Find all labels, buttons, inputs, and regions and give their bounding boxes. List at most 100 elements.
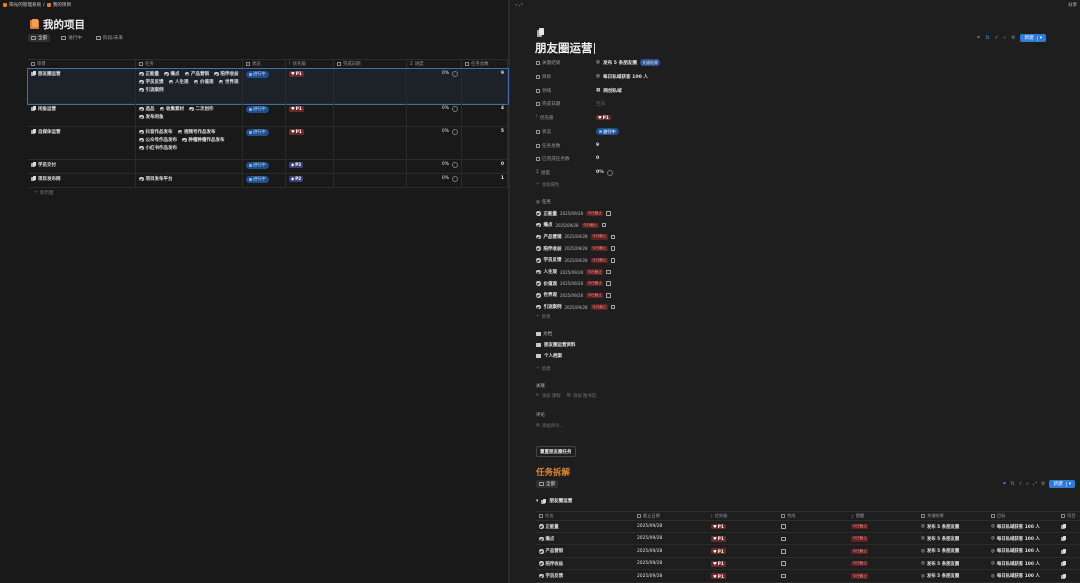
table-row[interactable]: 朋友圈运营 正能量 痛点 产品营销 陪伴收益 学员反馈 人生观 价值观 世界观 引流案例 进行中 ♥ … <box>27 68 509 105</box>
cell-total[interactable]: 9 <box>462 69 508 103</box>
done-checkbox[interactable] <box>606 269 611 275</box>
prop-key-result[interactable]: 关键结果 ◎ 发布 5 条朋友圈 关键结果 <box>536 59 660 66</box>
project-name[interactable]: 自媒体运营 <box>38 129 61 135</box>
cell-due[interactable] <box>334 69 407 103</box>
settings-icon[interactable]: ⚙ <box>1041 481 1045 487</box>
cell-due[interactable]: 2025/09/28 <box>634 558 708 569</box>
table-row[interactable]: 产品营销 2025/09/28 ♥ P1 今日截止 ◎ 发布 5 条朋友圈 ◎ 每日私域获客 … <box>536 546 1080 558</box>
sort-icon[interactable]: ⇅ <box>1010 481 1014 487</box>
prop-value[interactable]: 网创私域 <box>603 88 621 94</box>
task-chip[interactable]: 项目发布平台 <box>139 176 173 182</box>
task-list-item[interactable]: 正能量 2025/09/28 今日截止 <box>536 210 611 217</box>
cell-due[interactable]: 2025/09/28 <box>634 533 708 544</box>
cell-status[interactable]: 进行中 <box>243 160 286 173</box>
col-due[interactable]: 完成日期 <box>334 60 407 68</box>
cell-priority[interactable]: ♥ P1 <box>708 521 778 532</box>
task-list-item[interactable]: 陪伴收益 2025/09/28 今日截止 <box>536 245 616 252</box>
status-badge[interactable]: 进行中 <box>596 128 619 135</box>
cell-priority[interactable]: ◆ P2 <box>286 160 334 173</box>
task-chip[interactable]: 肿瘤肿瘤作品发布 <box>182 137 225 143</box>
cell-priority[interactable]: ♥ P1 <box>286 127 334 159</box>
done-checkbox[interactable] <box>781 524 786 529</box>
col-task[interactable]: 任务 <box>536 512 634 520</box>
task-list-item[interactable]: 痛点 2025/09/28 今日截止 <box>536 222 607 229</box>
prop-total[interactable]: 任务总数 9 <box>536 142 599 149</box>
done-checkbox[interactable] <box>781 561 786 566</box>
task-chip[interactable]: 正能量 <box>139 71 159 77</box>
table-row[interactable]: 正能量 2025/09/28 ♥ P1 今日截止 ◎ 发布 5 条朋友圈 ◎ 每日私域获客 1… <box>536 521 1080 533</box>
prop-value[interactable]: 每日私域获客 100 人 <box>603 74 648 80</box>
cell-priority[interactable]: ♥ P1 <box>708 533 778 544</box>
task-chip[interactable]: 选品 <box>139 106 155 112</box>
task-chip[interactable]: 发布闲鱼 <box>139 114 164 120</box>
done-checkbox[interactable] <box>601 222 607 228</box>
panel-title-text[interactable]: 朋友圈运营 <box>535 41 593 55</box>
add-task-button[interactable]: + 新建 <box>536 314 550 320</box>
table-row[interactable]: 自媒体运营 抖音作品发布 视频号作品发布 公众号作品发布 肿瘤肿瘤作品发布 小红书作品发布… <box>28 127 508 160</box>
caret-down-icon[interactable]: ▾ <box>536 499 538 504</box>
share-button[interactable]: 分享 <box>1068 2 1077 8</box>
add-doc-button[interactable]: + 新建 <box>536 366 550 372</box>
cell-project[interactable]: 学员交付 <box>28 160 136 173</box>
project-name[interactable]: 闲鱼运营 <box>38 106 56 112</box>
table-row[interactable]: 痛点 2025/09/28 ♥ P1 今日截止 ◎ 发布 5 条朋友圈 ◎ 每日私域获客 10… <box>536 533 1080 546</box>
col-project[interactable]: 项目 <box>1058 512 1080 520</box>
project-name[interactable]: 项目发布网 <box>38 176 61 182</box>
task-name[interactable]: 陪伴收益 <box>544 246 562 252</box>
comment-input[interactable]: ◍ 添加评论... <box>536 423 564 429</box>
chevron-down-icon[interactable]: ▾ <box>1036 35 1042 41</box>
group-header[interactable]: ▾ 朋友圈运营 <box>536 498 572 504</box>
settings-icon[interactable]: ⚙ <box>1011 35 1015 41</box>
new-button[interactable]: 新建 ▾ <box>1020 34 1046 42</box>
cell-progress[interactable]: 0% <box>407 69 462 103</box>
key-result[interactable]: 发布 5 条朋友圈 <box>927 536 959 542</box>
doc-item[interactable]: 个人档案 <box>536 353 562 359</box>
task-chip[interactable]: 小红书作品发布 <box>139 145 177 151</box>
cell-due[interactable] <box>334 104 407 126</box>
done-checkbox[interactable] <box>610 246 616 251</box>
cell-key-result[interactable]: ◎ 发布 5 条朋友圈 <box>918 571 988 582</box>
cell-reminder[interactable]: 今日截止 <box>848 521 918 532</box>
task-chip[interactable]: 世界观 <box>218 79 239 85</box>
cell-project[interactable]: 自媒体运营 <box>28 127 136 159</box>
tab-all[interactable]: 全部 <box>536 480 559 488</box>
col-key-result[interactable]: 关键结果 <box>918 512 988 520</box>
cell-project[interactable]: 项目发布网 <box>28 174 136 187</box>
table-row[interactable]: 陪伴收益 2025/09/28 ♥ P1 今日截止 ◎ 发布 5 条朋友圈 ◎ 每日私域获客 … <box>536 558 1080 571</box>
cell-reminder[interactable]: 今日截止 <box>848 571 918 582</box>
cell-done[interactable] <box>778 521 848 532</box>
task-chip[interactable]: 收集素材 <box>159 106 184 112</box>
breadcrumb-page[interactable]: 我的项目 <box>53 2 71 8</box>
cell-status[interactable]: 进行中 <box>243 69 286 103</box>
col-priority[interactable]: ! 优先级 <box>708 512 778 520</box>
goal[interactable]: 每日私域获客 100 人 <box>997 536 1040 542</box>
cell-goal[interactable]: ◎ 每日私域获客 100 人 <box>988 571 1058 582</box>
key-result[interactable]: 发布 5 条朋友圈 <box>927 561 959 567</box>
cell-done[interactable] <box>778 571 848 582</box>
cell-due[interactable]: 2025/09/28 <box>634 546 708 557</box>
project-name[interactable]: 朋友圈运营 <box>38 71 61 77</box>
done-checkbox[interactable] <box>781 549 786 554</box>
col-priority[interactable]: ! 优先级 <box>286 60 334 68</box>
task-chip[interactable]: 抖音作品发布 <box>139 129 173 135</box>
project-name[interactable]: 学员交付 <box>38 162 56 168</box>
col-status[interactable]: 状态 <box>243 60 286 68</box>
task-name[interactable]: 陪伴收益 <box>546 561 564 567</box>
task-name[interactable]: 人生观 <box>544 269 558 275</box>
task-name[interactable]: 学员反馈 <box>544 257 562 263</box>
col-goal[interactable]: 目标 <box>988 512 1058 520</box>
table-row[interactable]: 学员反馈 2025/09/28 ♥ P1 今日截止 ◎ 发布 5 条朋友圈 ◎ 每日私域获客 … <box>536 571 1080 583</box>
priority-badge[interactable]: ♥ P1 <box>596 114 611 121</box>
task-name[interactable]: 痛点 <box>544 222 553 228</box>
cell-total[interactable]: 0 <box>462 160 508 173</box>
cell-task[interactable]: 陪伴收益 <box>536 558 634 569</box>
cell-key-result[interactable]: ◎ 发布 5 条朋友圈 <box>918 533 988 544</box>
cell-tasks[interactable]: 项目发布平台 <box>136 174 243 187</box>
prop-goal[interactable]: 目标 ◎ 每日私域获客 100 人 <box>536 73 648 80</box>
task-chip[interactable]: 人生观 <box>168 79 189 85</box>
done-checkbox[interactable] <box>606 293 611 298</box>
col-total[interactable]: 任务总数 <box>462 60 508 68</box>
breadcrumb-workspace[interactable]: 阳光的管理系统 <box>9 2 41 8</box>
task-chip[interactable]: 价值观 <box>193 79 214 85</box>
add-library-link[interactable]: 添加 图书馆 <box>573 393 596 399</box>
